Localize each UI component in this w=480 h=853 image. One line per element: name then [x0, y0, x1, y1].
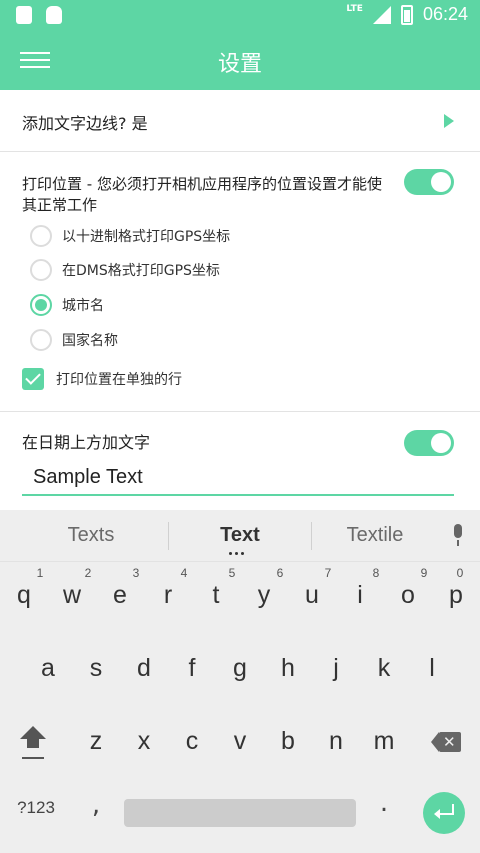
key-n[interactable]: n	[316, 714, 356, 768]
space-key[interactable]	[124, 799, 356, 827]
key-period[interactable]: .	[366, 788, 402, 828]
key-d[interactable]: d	[124, 641, 164, 695]
key-e[interactable]: e	[100, 568, 140, 622]
radio-option-dms-gps[interactable]: 在DMS格式打印GPS坐标	[30, 258, 220, 282]
key-l[interactable]: l	[412, 641, 452, 695]
key-h[interactable]: h	[268, 641, 308, 695]
radio-button[interactable]	[30, 225, 52, 247]
key-i[interactable]: i	[340, 568, 380, 622]
key-z[interactable]: z	[76, 714, 116, 768]
print-location-description: 打印位置 - 您必须打开相机应用程序的位置设置才能使其正常工作	[22, 175, 382, 214]
radio-label: 以十进制格式打印GPS坐标	[62, 229, 231, 245]
key-a[interactable]: a	[28, 641, 68, 695]
more-suggestions-icon	[229, 552, 244, 555]
radio-option-country-name[interactable]: 国家名称	[30, 328, 118, 352]
shift-icon[interactable]	[18, 726, 48, 766]
key-w[interactable]: w	[52, 568, 92, 622]
toggle-knob	[431, 172, 451, 192]
key-j[interactable]: j	[316, 641, 356, 695]
suggestion-center[interactable]: Text	[170, 524, 310, 547]
date-text-section: 在日期上方加文字	[0, 412, 480, 510]
status-bar: LTE 06:24	[0, 0, 480, 32]
backspace-icon[interactable]: ✕	[431, 732, 461, 752]
key-comma[interactable]: ,	[78, 790, 114, 830]
radio-label: 在DMS格式打印GPS坐标	[62, 263, 220, 279]
status-icons: LTE 06:24	[346, 4, 468, 25]
app-bar: 设置	[0, 32, 480, 90]
text-border-setting[interactable]: 添加文字边线? 是	[0, 90, 480, 152]
key-k[interactable]: k	[364, 641, 404, 695]
radio-button[interactable]	[30, 259, 52, 281]
separate-line-checkbox[interactable]	[22, 368, 44, 390]
key-q[interactable]: q	[4, 568, 44, 622]
toggle-knob	[431, 433, 451, 453]
mic-icon[interactable]	[451, 524, 465, 548]
android-icon	[46, 6, 62, 24]
date-text-toggle[interactable]	[404, 430, 454, 456]
page-title: 设置	[217, 52, 262, 77]
key-g[interactable]: g	[220, 641, 260, 695]
key-p[interactable]: p	[436, 568, 476, 622]
key-s[interactable]: s	[76, 641, 116, 695]
play-arrow-icon	[444, 114, 454, 128]
key-r[interactable]: r	[148, 568, 188, 622]
key-x[interactable]: x	[124, 714, 164, 768]
key-m[interactable]: m	[364, 714, 404, 768]
network-type: LTE	[346, 3, 363, 14]
key-c[interactable]: c	[172, 714, 212, 768]
battery-icon	[400, 4, 413, 25]
key-y[interactable]: y	[244, 568, 284, 622]
key-o[interactable]: o	[388, 568, 428, 622]
clock: 06:24	[422, 4, 468, 24]
key-u[interactable]: u	[292, 568, 332, 622]
radio-option-decimal-gps[interactable]: 以十进制格式打印GPS坐标	[30, 224, 230, 248]
radio-option-city-name[interactable]: 城市名	[30, 293, 104, 317]
radio-label: 城市名	[62, 298, 104, 314]
separate-line-option[interactable]: 打印位置在单独的行	[22, 368, 182, 390]
text-border-label: 添加文字边线? 是	[22, 114, 148, 133]
date-text-label: 在日期上方加文字	[22, 433, 151, 452]
radio-button[interactable]	[30, 329, 52, 351]
date-text-input[interactable]	[22, 460, 454, 496]
enter-key[interactable]	[423, 792, 465, 834]
keyboard: 1 q 2 w 3 e 4 r 5 t 6 y 7 u 8 i 9 o 0 p …	[0, 562, 480, 853]
enter-icon	[434, 804, 454, 822]
sd-card-icon	[16, 6, 32, 24]
notification-icons	[16, 6, 62, 24]
suggestion-right[interactable]: Textile	[305, 524, 445, 547]
key-t[interactable]: t	[196, 568, 236, 622]
key-b[interactable]: b	[268, 714, 308, 768]
keyboard-suggestion-strip: Texts Text Textile	[0, 510, 480, 562]
print-location-toggle[interactable]	[404, 169, 454, 195]
symbols-key[interactable]: ?123	[8, 798, 64, 828]
signal-icon	[372, 5, 391, 24]
radio-button-selected[interactable]	[30, 294, 52, 316]
radio-label: 国家名称	[62, 333, 118, 349]
suggestion-divider	[168, 522, 169, 550]
separate-line-label: 打印位置在单独的行	[56, 372, 182, 388]
suggestion-left[interactable]: Texts	[21, 524, 161, 547]
print-location-section: 打印位置 - 您必须打开相机应用程序的位置设置才能使其正常工作 以十进制格式打印…	[0, 152, 480, 412]
key-v[interactable]: v	[220, 714, 260, 768]
key-f[interactable]: f	[172, 641, 212, 695]
